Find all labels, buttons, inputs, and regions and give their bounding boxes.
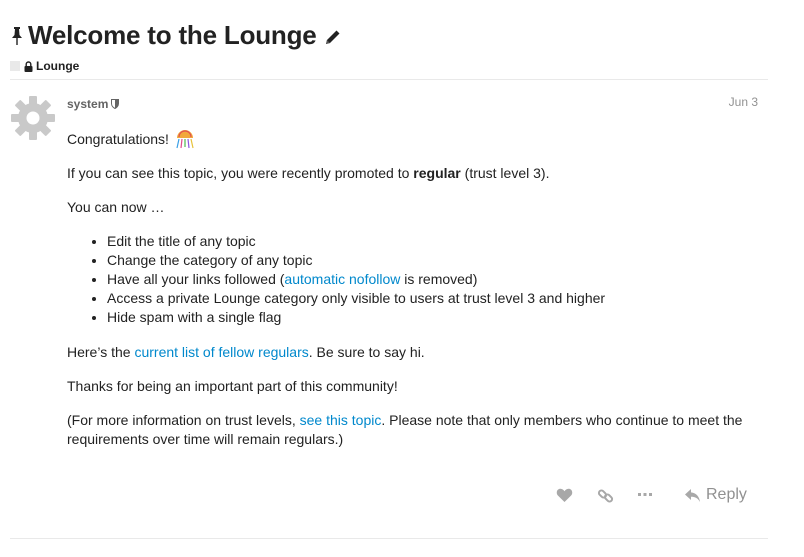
username[interactable]: system [67,97,108,111]
category-name[interactable]: Lounge [36,59,79,73]
list-item: Hide spam with a single flag [107,308,767,327]
congrats-paragraph: Congratulations! [67,129,767,149]
shield-icon [111,99,120,110]
promotion-text-end: (trust level 3). [460,165,550,181]
post-body: Congratulations! If you can see this top… [67,129,767,464]
more-actions-button[interactable] [637,484,653,506]
reply-label: Reply [706,486,747,503]
trust-level-name: regular [413,165,461,181]
trust-levels-link[interactable]: see this topic [300,412,382,428]
reply-button[interactable]: Reply [684,484,747,506]
info-paragraph: (For more information on trust levels, s… [67,411,767,449]
privileges-list: Edit the title of any topic Change the c… [107,232,767,327]
post-date[interactable]: Jun 3 [729,95,758,109]
list-item: Edit the title of any topic [107,232,767,251]
promotion-text-start: If you can see this topic, you were rece… [67,165,414,181]
post-actions: Reply [0,484,804,508]
pencil-icon[interactable] [324,28,342,46]
post-meta: system Jun 3 [67,95,758,111]
congrats-text: Congratulations! [67,131,169,147]
list-item-text: is removed) [400,271,478,287]
confetti-ball-icon [176,130,194,149]
category-badge[interactable]: Lounge [10,58,770,74]
info-text-start: (For more information on trust levels, [67,412,300,428]
topic-header: Welcome to the Lounge Lounge [10,18,770,74]
list-item: Have all your links followed (automatic … [107,270,767,289]
pin-icon [12,27,22,45]
heart-icon [556,488,573,502]
promotion-paragraph: If you can see this topic, you were rece… [67,164,767,183]
reply-arrow-icon [685,488,700,502]
fellow-regulars-link[interactable]: current list of fellow regulars [134,344,308,360]
regulars-paragraph: Here’s the current list of fellow regula… [67,343,767,362]
regulars-text-start: Here’s the [67,344,135,360]
link-icon [597,488,614,503]
can-now-paragraph: You can now … [67,199,165,215]
automatic-nofollow-link[interactable]: automatic nofollow [284,271,400,287]
list-item: Change the category of any topic [107,251,767,270]
share-link-button[interactable] [597,484,614,506]
gear-icon[interactable] [10,95,56,141]
topic-title[interactable]: Welcome to the Lounge [28,20,317,51]
post-bottom-divider [10,538,768,539]
lock-icon [24,60,33,72]
thanks-paragraph: Thanks for being an important part of th… [67,378,398,394]
category-color-swatch [10,61,20,71]
title-row: Welcome to the Lounge [10,18,770,52]
ellipsis-icon [638,493,652,496]
header-divider [10,79,768,80]
like-button[interactable] [556,484,573,506]
list-item-text: Have all your links followed ( [107,271,285,287]
list-item: Access a private Lounge category only vi… [107,289,767,308]
regulars-text-end: . Be sure to say hi. [308,344,425,360]
